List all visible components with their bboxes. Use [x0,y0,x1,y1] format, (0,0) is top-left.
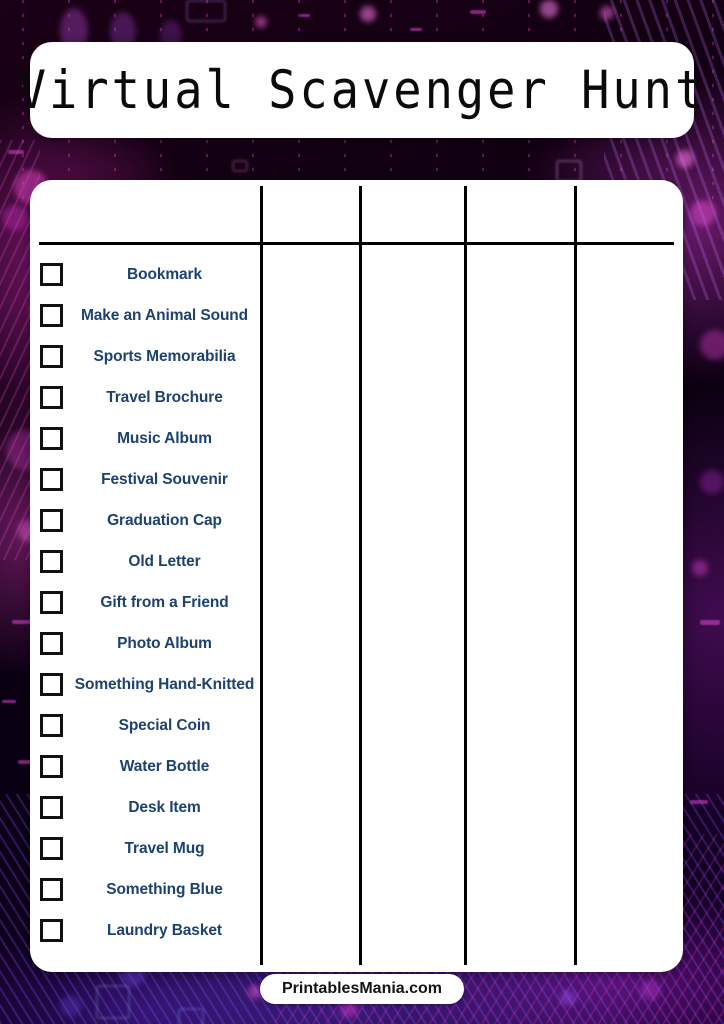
checkbox-icon[interactable] [40,263,63,286]
bokeh-light [640,980,660,1000]
circuit-pad [12,620,32,624]
checklist-item-label: Travel Mug [124,839,205,857]
checkbox-icon[interactable] [40,878,63,901]
checkbox-icon[interactable] [40,673,63,696]
checklist-item-label: Something Hand-Knitted [74,675,255,693]
circuit-chip-outline [96,985,130,1019]
circuit-pad [690,800,708,804]
bokeh-light [676,150,694,168]
checklist-item-label: Graduation Cap [107,511,222,529]
bokeh-light [560,990,576,1006]
checkbox-icon[interactable] [40,550,63,573]
checklist-item-label: Water Bottle [119,757,210,775]
checklist-row[interactable]: Old Letter [40,541,260,582]
checklist-item-label: Sports Memorabilia [93,347,236,365]
checkbox-icon[interactable] [40,919,63,942]
checklist-item-label: Desk Item [128,798,201,816]
checkbox-icon[interactable] [40,427,63,450]
circuit-pad [2,700,16,703]
checklist-row[interactable]: Something Blue [40,869,260,910]
column-divider-1 [260,186,263,965]
circuit-chip-outline [186,0,226,22]
checklist-row[interactable]: Laundry Basket [40,910,260,951]
title-card: Virtual Scavenger Hunt [18,42,703,138]
checklist-row[interactable]: Make an Animal Sound [40,295,260,336]
bokeh-light [360,6,376,22]
bokeh-light [692,560,708,576]
checklist-row[interactable]: Graduation Cap [40,500,260,541]
checkbox-icon[interactable] [40,796,63,819]
checklist-row[interactable]: Water Bottle [40,746,260,787]
bokeh-light [690,200,716,226]
checklist-item-label: Special Coin [118,716,211,734]
circuit-pad [300,14,310,17]
checklist-row[interactable]: Desk Item [40,787,260,828]
checkbox-icon[interactable] [40,304,63,327]
circuit-pad [470,10,486,14]
checklist-item-label: Travel Brochure [106,388,223,406]
footer-badge[interactable]: PrintablesMania.com [259,974,465,1004]
bokeh-light [700,470,724,494]
checkbox-icon[interactable] [40,509,63,532]
circuit-chip-outline [232,160,248,172]
bokeh-light [540,0,558,18]
checklist-item-label: Photo Album [117,634,212,652]
checklist-row[interactable]: Travel Brochure [40,377,260,418]
checkbox-icon[interactable] [40,632,63,655]
checkbox-icon[interactable] [40,468,63,491]
checklist-item-label: Something Blue [106,880,223,898]
checklist-row[interactable]: Bookmark [40,254,260,295]
bokeh-light [2,205,28,231]
checklist-row[interactable]: Photo Album [40,623,260,664]
bokeh-light [60,995,82,1017]
footer-badge-label: PrintablesMania.com [281,980,443,997]
checklist-row[interactable]: Special Coin [40,705,260,746]
checklist-row[interactable]: Sports Memorabilia [40,336,260,377]
checklist-item-label: Old Letter [128,552,201,570]
checklist-row[interactable]: Travel Mug [40,828,260,869]
checklist-item-label: Bookmark [126,265,202,283]
column-divider-2 [359,186,362,965]
checklist-row[interactable]: Festival Souvenir [40,459,260,500]
circuit-chip-outline [556,160,582,182]
bokeh-light [255,16,267,28]
checklist-item-label: Laundry Basket [107,921,222,939]
circuit-pad [8,150,24,154]
bokeh-light [700,330,724,360]
page-title: Virtual Scavenger Hunt [17,59,707,121]
checklist-item-label: Make an Animal Sound [80,306,249,324]
checklist-items: Bookmark Make an Animal Sound Sports Memor… [40,248,260,951]
column-divider-4 [574,186,577,965]
checklist-row[interactable]: Gift from a Friend [40,582,260,623]
checkbox-icon[interactable] [40,345,63,368]
checklist-item-label: Festival Souvenir [101,470,228,488]
checklist-item-label: Gift from a Friend [100,593,229,611]
checklist-row[interactable]: Something Hand-Knitted [40,664,260,705]
circuit-chip-outline [178,1008,204,1024]
checkbox-icon[interactable] [40,837,63,860]
checkbox-icon[interactable] [40,755,63,778]
checkbox-icon[interactable] [40,591,63,614]
checklist-table-card: Bookmark Make an Animal Sound Sports Memor… [30,180,683,972]
checklist-item-label: Music Album [117,429,212,447]
checklist-row[interactable]: Music Album [40,418,260,459]
bokeh-light [600,6,614,20]
header-divider-rule [39,242,674,245]
checkbox-icon[interactable] [40,714,63,737]
circuit-pad [700,620,720,625]
column-divider-3 [464,186,467,965]
checkbox-icon[interactable] [40,386,63,409]
circuit-pad [410,28,422,31]
